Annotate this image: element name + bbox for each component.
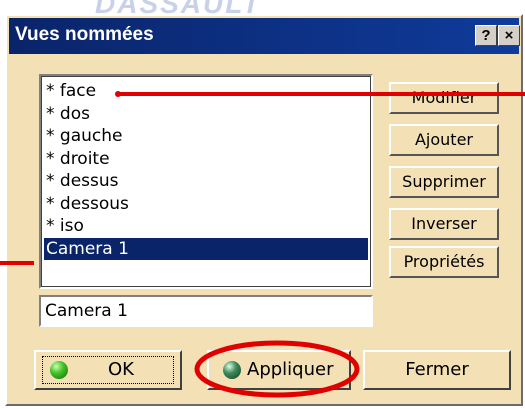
annotation-overlay (0, 91, 525, 398)
annotation-circle-apply (194, 340, 360, 398)
annotation-dot (115, 91, 121, 97)
